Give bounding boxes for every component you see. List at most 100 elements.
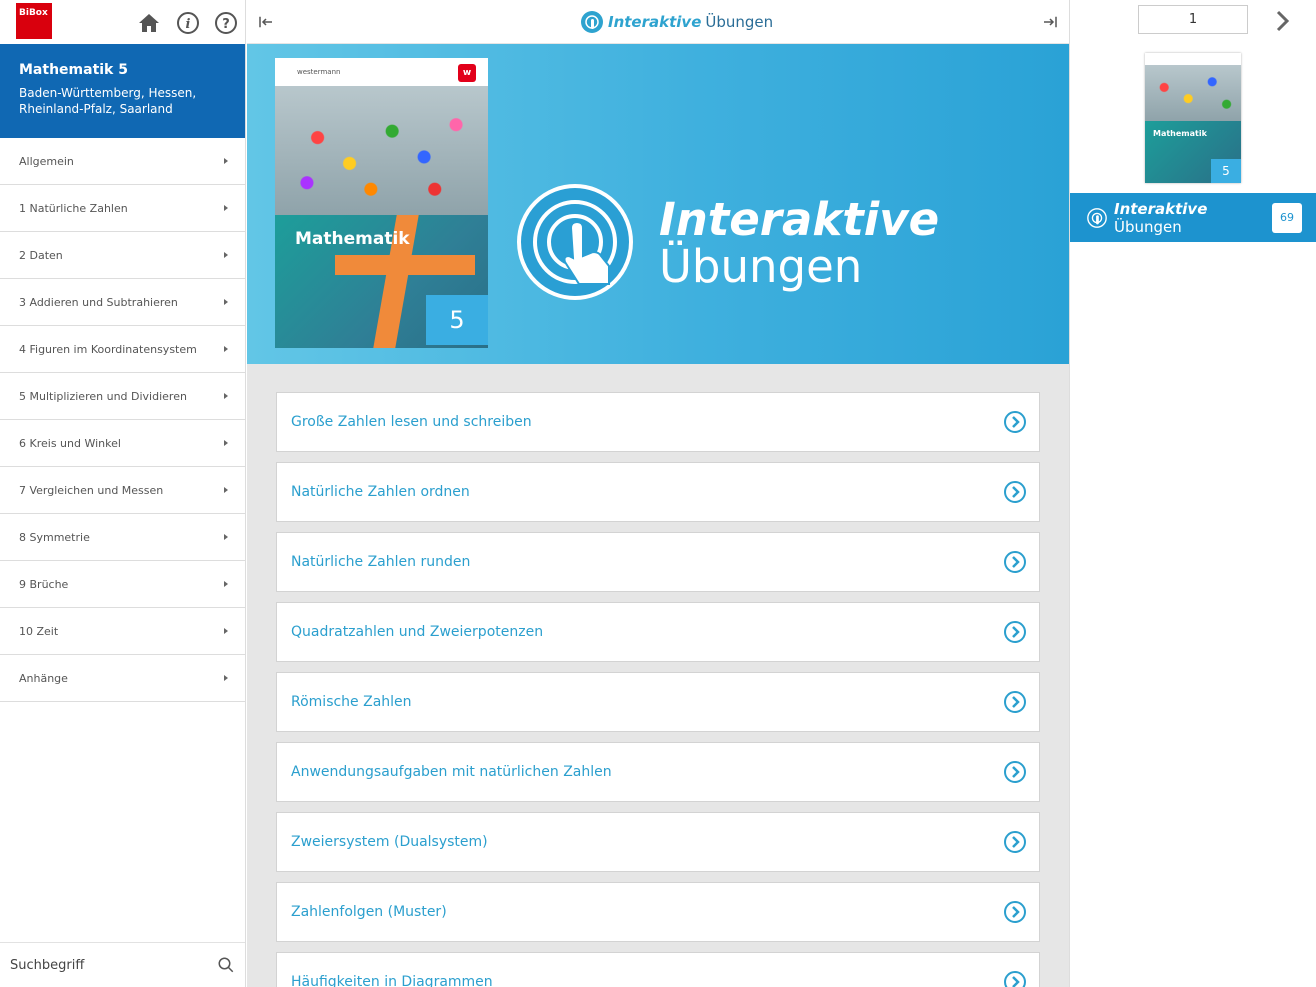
app-brand: Interaktive Übungen [580,10,773,34]
caret-right-icon [224,205,228,211]
active-chapter[interactable]: Interaktive Übungen 69 [1070,193,1316,242]
exercise-item[interactable]: Natürliche Zahlen runden [276,532,1040,592]
chevron-circle-right-icon[interactable] [1003,970,1027,987]
hero-title: Interaktive Übungen [659,196,939,290]
exercise-label: Anwendungsaufgaben mit natürlichen Zahle… [291,764,612,780]
info-icon[interactable]: i [176,11,200,35]
search-icon[interactable] [217,956,235,974]
chevron-circle-right-icon[interactable] [1003,620,1027,644]
nav-item-label: 1 Natürliche Zahlen [19,201,128,215]
sidebar-toolbar: BiBox i ? [0,0,245,44]
hero-title-line1: Interaktive [659,193,940,246]
exercise-item[interactable]: Zweiersystem (Dualsystem) [276,812,1040,872]
active-chapter-regular: Übungen [1114,217,1182,236]
nav-item-chapter-6[interactable]: 6 Kreis und Winkel [0,420,245,467]
nav-item-label: 7 Vergleichen und Messen [19,483,164,497]
caret-right-icon [224,675,228,681]
caret-right-icon [224,299,228,305]
thumbnail-bottom: Mathematik 5 [1145,121,1241,183]
touch-icon [1087,207,1107,228]
nav-item-chapter-10[interactable]: 10 Zeit [0,608,245,655]
touch-icon [581,11,603,33]
home-icon[interactable] [137,11,161,35]
hero-title-line2: Übungen [659,240,863,293]
exercise-item[interactable]: Quadratzahlen und Zweierpotenzen [276,602,1040,662]
nav-item-chapter-2[interactable]: 2 Daten [0,232,245,279]
nav-item-label: 6 Kreis und Winkel [19,436,121,450]
caret-right-icon [224,393,228,399]
book-subtitle: Baden-Württemberg, Hessen, Rheinland-Pfa… [19,86,197,116]
nav-item-chapter-4[interactable]: 4 Figuren im Koordinatensystem [0,326,245,373]
nav-item-chapter-7[interactable]: 7 Vergleichen und Messen [0,467,245,514]
help-icon[interactable]: ? [214,11,238,35]
main-toolbar: Interaktive Übungen [247,0,1069,44]
page-thumbnail[interactable]: Mathematik 5 [1145,53,1241,183]
chevron-circle-right-icon[interactable] [1003,550,1027,574]
active-chapter-label: Interaktive Übungen [1114,200,1272,236]
publisher-logo: w [458,64,476,82]
exercise-label: Natürliche Zahlen runden [291,554,471,570]
collapse-left-icon[interactable] [257,13,275,31]
brand-regular: Übungen [705,13,774,31]
svg-text:?: ? [222,17,230,32]
page-navigator [1070,0,1316,44]
collapse-right-icon[interactable] [1041,13,1059,31]
nav-item-chapter-1[interactable]: 1 Natürliche Zahlen [0,185,245,232]
book-header: Mathematik 5 Baden-Württemberg, Hessen, … [0,44,245,138]
nav-item-label: 4 Figuren im Koordinatensystem [19,342,197,356]
thumbnail-image [1145,65,1241,121]
caret-right-icon [224,252,228,258]
app-window: BiBox i ? Mathematik 5 Baden-Württemberg… [0,0,1316,987]
exercise-item[interactable]: Natürliche Zahlen ordnen [276,462,1040,522]
caret-right-icon [224,581,228,587]
caret-right-icon [224,346,228,352]
thumbnail-title: Mathematik [1153,129,1207,138]
sidebar: BiBox i ? Mathematik 5 Baden-Württemberg… [0,0,246,987]
svg-text:i: i [186,17,191,32]
hero-banner: westermann w Mathematik 5 Interaktive Üb… [247,44,1069,364]
count-badge: 69 [1272,202,1302,233]
touch-hero-icon [517,184,633,300]
thumbnail-number: 5 [1211,159,1241,183]
nav-item-chapter-8[interactable]: 8 Symmetrie [0,514,245,561]
chevron-right-icon[interactable] [1270,9,1294,33]
chevron-circle-right-icon[interactable] [1003,480,1027,504]
exercise-label: Häufigkeiten in Diagrammen [291,974,493,987]
nav-item-chapter-9[interactable]: 9 Brüche [0,561,245,608]
exercise-label: Römische Zahlen [291,694,412,710]
nav-item-chapter-3[interactable]: 3 Addieren und Subtrahieren [0,279,245,326]
caret-right-icon [224,534,228,540]
book-title: Mathematik 5 [19,62,128,78]
nav-item-label: 8 Symmetrie [19,530,90,544]
nav-item-label: 10 Zeit [19,624,59,638]
chapter-nav: Allgemein 1 Natürliche Zahlen 2 Daten 3 … [0,138,245,702]
chevron-circle-right-icon[interactable] [1003,760,1027,784]
caret-right-icon [224,440,228,446]
exercise-label: Quadratzahlen und Zweierpotenzen [291,624,544,640]
chevron-circle-right-icon[interactable] [1003,690,1027,714]
main-content: Interaktive Übungen westermann w Mathema… [247,0,1069,987]
exercise-label: Natürliche Zahlen ordnen [291,484,470,500]
chevron-circle-right-icon[interactable] [1003,830,1027,854]
nav-item-chapter-5[interactable]: 5 Multiplizieren und Dividieren [0,373,245,420]
exercise-item[interactable]: Zahlenfolgen (Muster) [276,882,1040,942]
nav-item-anhaenge[interactable]: Anhänge [0,655,245,702]
exercise-item[interactable]: Häufigkeiten in Diagrammen [276,952,1040,987]
chevron-circle-right-icon[interactable] [1003,900,1027,924]
page-number-input[interactable] [1138,5,1248,34]
nav-item-label: 3 Addieren und Subtrahieren [19,295,178,309]
nav-item-label: 5 Multiplizieren und Dividieren [19,389,187,403]
nav-item-allgemein[interactable]: Allgemein [0,138,245,185]
chevron-circle-right-icon[interactable] [1003,410,1027,434]
exercise-list: Große Zahlen lesen und schreiben Natürli… [247,364,1069,987]
caret-right-icon [224,628,228,634]
search-input[interactable] [10,957,217,973]
cover-bottom: Mathematik 5 [275,215,488,348]
exercise-item[interactable]: Anwendungsaufgaben mit natürlichen Zahle… [276,742,1040,802]
exercise-item[interactable]: Große Zahlen lesen und schreiben [276,392,1040,452]
right-panel: Mathematik 5 Interaktive Übungen 69 [1069,0,1316,987]
cover-number: 5 [426,295,488,345]
bibox-logo[interactable]: BiBox [16,3,52,39]
cover-image [275,86,488,215]
exercise-item[interactable]: Römische Zahlen [276,672,1040,732]
